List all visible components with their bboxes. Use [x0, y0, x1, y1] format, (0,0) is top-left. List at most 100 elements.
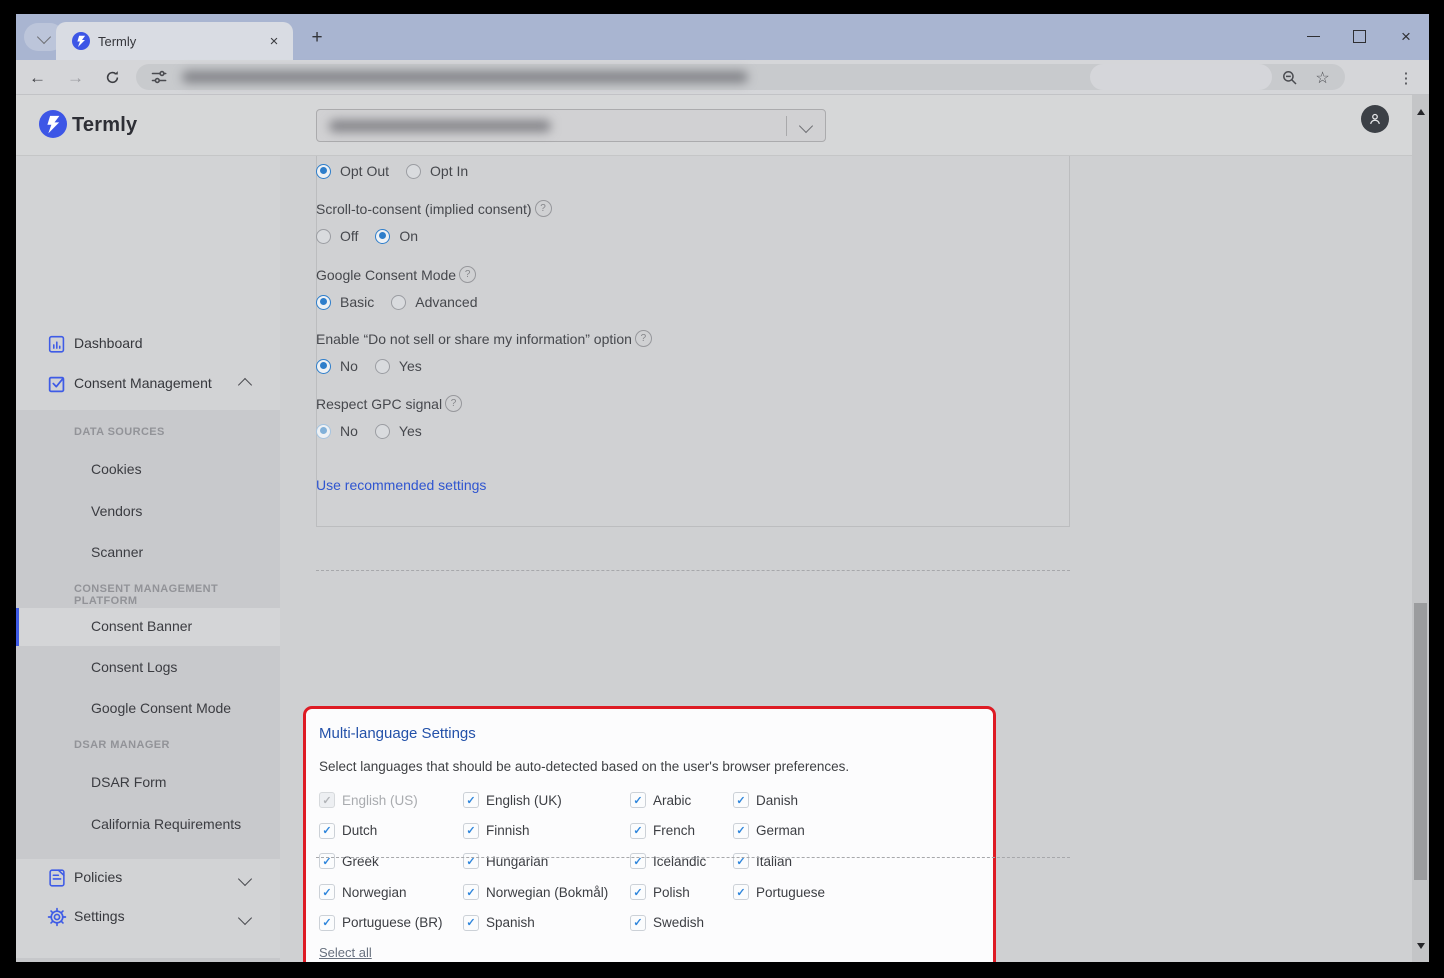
language-option[interactable]: ✓ Greek [319, 846, 463, 877]
radio-icon[interactable] [375, 359, 390, 374]
radio-option[interactable]: Off [316, 228, 358, 244]
checkbox-icon[interactable]: ✓ [463, 792, 479, 808]
checkbox-icon[interactable]: ✓ [319, 915, 335, 931]
radio-option[interactable]: Yes [375, 358, 422, 374]
sidebar-item-dsar-form[interactable]: DSAR Form [16, 764, 280, 802]
radio-icon[interactable] [316, 424, 331, 439]
radio-icon[interactable] [316, 295, 331, 310]
radio-option[interactable]: On [375, 228, 418, 244]
sidebar-item-policies[interactable]: Policies [16, 864, 280, 892]
radio-option[interactable]: Advanced [391, 294, 477, 310]
language-option[interactable]: ✓ Norwegian (Bokmål) [463, 877, 630, 908]
radio-option[interactable]: No [316, 358, 358, 374]
sidebar-item-consent-banner[interactable]: Consent Banner [16, 608, 280, 646]
language-option[interactable]: ✓ Norwegian [319, 877, 463, 908]
radio-icon[interactable] [316, 359, 331, 374]
minimize-button[interactable] [1296, 20, 1330, 52]
tab-close-icon[interactable]: × [265, 32, 283, 50]
checkbox-icon[interactable]: ✓ [630, 853, 646, 869]
checkbox-icon[interactable]: ✓ [319, 884, 335, 900]
checkbox-icon[interactable]: ✓ [733, 853, 749, 869]
sidebar-item-cookies[interactable]: Cookies [16, 451, 280, 489]
reload-button[interactable] [99, 64, 126, 91]
sidebar-item-vendors[interactable]: Vendors [16, 493, 280, 531]
checkbox-icon[interactable]: ✓ [630, 915, 646, 931]
sidebar-item-dashboard[interactable]: Dashboard [16, 330, 280, 358]
back-button[interactable]: ← [24, 64, 51, 91]
language-option[interactable]: ✓ Portuguese [733, 877, 979, 908]
use-recommended-settings-link[interactable]: Use recommended settings [316, 477, 486, 493]
new-tab-button[interactable]: + [304, 25, 330, 51]
language-option[interactable]: ✓ Danish [733, 785, 979, 816]
help-icon[interactable]: ? [459, 266, 476, 283]
address-bar[interactable]: ☆ [136, 64, 1345, 90]
chevron-up-icon [238, 378, 252, 392]
radio-option[interactable]: Opt In [406, 163, 468, 179]
gear-icon [46, 906, 68, 928]
language-option[interactable]: ✓ Spanish [463, 907, 630, 938]
termly-favicon [72, 32, 90, 50]
zoom-out-button[interactable] [1281, 69, 1298, 86]
checkbox-icon[interactable]: ✓ [463, 915, 479, 931]
checkbox-icon[interactable]: ✓ [630, 792, 646, 808]
website-select[interactable] [316, 109, 826, 142]
language-option[interactable]: ✓ French [630, 816, 733, 847]
radio-icon[interactable] [375, 424, 390, 439]
language-option[interactable]: ✓ Icelandic [630, 846, 733, 877]
checkbox-icon[interactable]: ✓ [733, 884, 749, 900]
language-option[interactable]: ✓ Polish [630, 877, 733, 908]
select-all-link[interactable]: Select all [319, 945, 372, 960]
radio-option[interactable]: No [316, 423, 358, 439]
language-option[interactable]: ✓ Swedish [630, 907, 733, 938]
radio-option[interactable]: Opt Out [316, 163, 389, 179]
radio-icon[interactable] [406, 164, 421, 179]
window-close-button[interactable]: × [1389, 20, 1423, 52]
checkbox-icon[interactable]: ✓ [319, 792, 335, 808]
user-avatar[interactable] [1361, 105, 1389, 133]
bookmark-star-button[interactable]: ☆ [1314, 69, 1331, 86]
page-scrollbar[interactable] [1412, 95, 1429, 962]
sidebar-item-consent-logs[interactable]: Consent Logs [16, 649, 280, 687]
scroll-up-button[interactable] [1412, 103, 1429, 120]
checkbox-icon[interactable]: ✓ [630, 823, 646, 839]
language-option[interactable]: ✓ Dutch [319, 816, 463, 847]
browser-tab[interactable]: Termly × [56, 22, 293, 60]
checkbox-icon[interactable]: ✓ [319, 823, 335, 839]
radio-icon[interactable] [391, 295, 406, 310]
language-option[interactable]: ✓ English (US) [319, 785, 463, 816]
scrollbar-thumb[interactable] [1414, 603, 1427, 880]
checkbox-icon[interactable]: ✓ [463, 853, 479, 869]
radio-option[interactable]: Yes [375, 423, 422, 439]
browser-menu-button[interactable]: ⋮ [1397, 65, 1415, 90]
help-icon[interactable]: ? [535, 200, 552, 217]
sidebar-item-settings[interactable]: Settings [16, 903, 280, 931]
sidebar-item-google-consent-mode[interactable]: Google Consent Mode [16, 690, 280, 728]
checkbox-icon[interactable]: ✓ [630, 884, 646, 900]
language-option[interactable]: ✓ Italian [733, 846, 979, 877]
help-icon[interactable]: ? [635, 330, 652, 347]
tune-icon[interactable] [151, 69, 167, 85]
forward-button[interactable]: → [62, 64, 89, 91]
language-option[interactable]: ✓ Finnish [463, 816, 630, 847]
maximize-button[interactable] [1342, 20, 1376, 52]
radio-group-opt: Opt Out Opt In [316, 163, 468, 179]
checkbox-icon[interactable]: ✓ [733, 823, 749, 839]
scroll-down-button[interactable] [1412, 937, 1429, 954]
radio-option[interactable]: Basic [316, 294, 374, 310]
language-option[interactable]: ✓ German [733, 816, 979, 847]
language-option[interactable]: ✓ English (UK) [463, 785, 630, 816]
radio-icon[interactable] [316, 164, 331, 179]
sidebar-item-california-requirements[interactable]: California Requirements [16, 806, 280, 844]
checkbox-icon[interactable]: ✓ [319, 853, 335, 869]
sidebar-item-consent-management[interactable]: Consent Management [16, 370, 280, 398]
language-option[interactable]: ✓ Portuguese (BR) [319, 907, 463, 938]
language-option[interactable]: ✓ Arabic [630, 785, 733, 816]
checkbox-icon[interactable]: ✓ [733, 792, 749, 808]
sidebar-item-scanner[interactable]: Scanner [16, 534, 280, 572]
checkbox-icon[interactable]: ✓ [463, 823, 479, 839]
help-icon[interactable]: ? [445, 395, 462, 412]
language-option[interactable]: ✓ Hungarian [463, 846, 630, 877]
radio-icon[interactable] [375, 229, 390, 244]
checkbox-icon[interactable]: ✓ [463, 884, 479, 900]
radio-icon[interactable] [316, 229, 331, 244]
